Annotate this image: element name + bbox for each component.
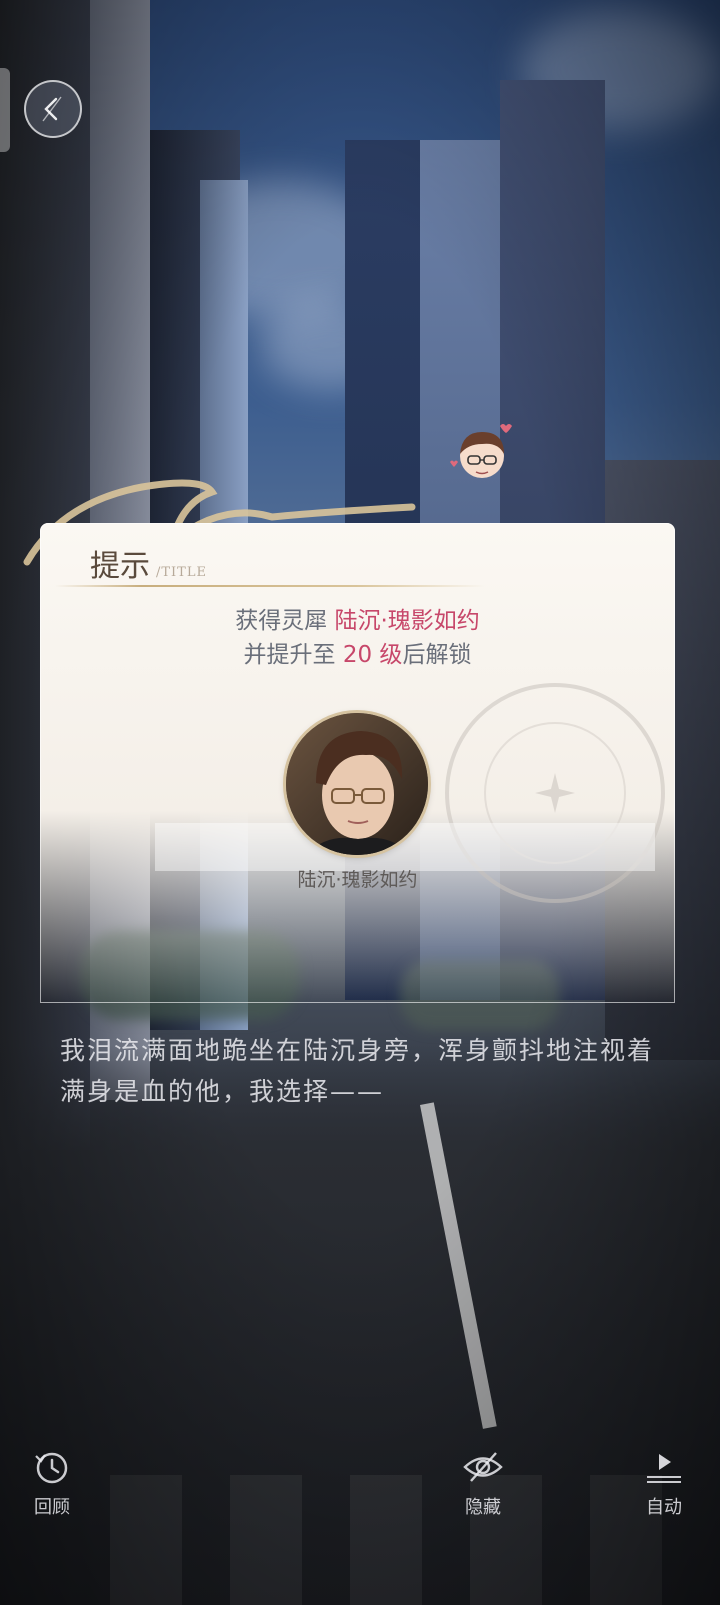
character-portrait — [286, 713, 428, 855]
line2-suffix: 后解锁 — [402, 642, 472, 668]
card-name-highlight: 陆沉·瑰影如约 — [334, 608, 480, 634]
card-title-en: /TITLE — [156, 565, 207, 580]
review-button[interactable]: 回顾 — [12, 1445, 92, 1519]
dialogue-text: 我泪流满面地跪坐在陆沉身旁，浑身颤抖地注视着满身是血的他，我选择—— — [60, 1036, 655, 1106]
eye-slash-icon — [443, 1445, 523, 1489]
auto-label: 自动 — [646, 1497, 682, 1518]
unlock-condition-line2: 并提升至 20 级后解锁 — [40, 635, 675, 669]
line2-prefix: 并提升至 — [243, 642, 343, 668]
chibi-avatar — [448, 420, 516, 488]
hide-button[interactable]: 隐藏 — [443, 1445, 523, 1519]
level-highlight: 20 级 — [342, 642, 403, 668]
auto-button[interactable]: 自动 — [624, 1445, 704, 1519]
history-clock-icon — [12, 1445, 92, 1489]
back-arrow-icon — [24, 80, 82, 138]
back-button-tab — [0, 68, 10, 152]
line1-prefix: 获得灵犀 — [235, 608, 335, 634]
card-title: 提示 /TITLE — [90, 541, 207, 585]
review-label: 回顾 — [34, 1497, 70, 1518]
portrait-name: 陆沉·瑰影如约 — [297, 869, 418, 891]
unlock-condition-line1: 获得灵犀 陆沉·瑰影如约 — [40, 601, 675, 635]
back-button[interactable] — [0, 68, 88, 152]
play-auto-icon — [624, 1445, 704, 1489]
card-title-text: 提示 — [90, 549, 150, 584]
hide-label: 隐藏 — [465, 1497, 501, 1518]
hint-card: 提示 /TITLE 获得灵犀 陆沉·瑰影如约 并提升至 20 级后解锁 陆沉·瑰… — [40, 523, 675, 1003]
title-divider — [55, 585, 485, 587]
